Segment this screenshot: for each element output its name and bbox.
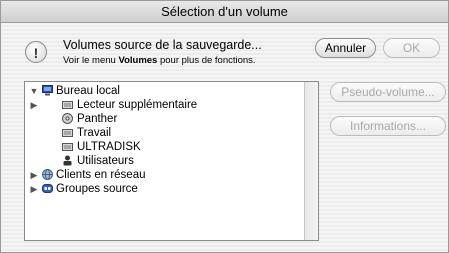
tree-label: Groupes source: [56, 183, 138, 195]
disk-icon: [62, 113, 73, 124]
subheading-prefix: Voir le menu: [63, 55, 119, 66]
window-title: Sélection d'un volume: [1, 1, 448, 23]
alert-icon: !: [25, 41, 47, 63]
informations-button[interactable]: Informations...: [330, 116, 446, 136]
disclosure-collapsed-icon[interactable]: ▶: [29, 98, 39, 112]
tree-label: Travail: [77, 127, 112, 139]
drive-icon: [62, 127, 73, 138]
subheading-suffix: pour plus de fonctions.: [157, 55, 256, 66]
disclosure-collapsed-icon[interactable]: ▶: [29, 182, 39, 196]
dialog-window: Sélection d'un volume ! Volumes source d…: [0, 0, 449, 253]
volume-list[interactable]: ▼ Bureau local ▶ Lecteur supplémentaire …: [24, 81, 319, 241]
users-icon: [62, 155, 73, 166]
dialog-subheading: Voir le menu Volumes pour plus de foncti…: [63, 55, 256, 66]
dialog-heading: Volumes source de la sauvegarde...: [63, 38, 262, 52]
drive-icon: [62, 99, 73, 110]
globe-icon: [42, 169, 53, 180]
subheading-bold: Volumes: [118, 55, 158, 66]
pseudo-volume-button[interactable]: Pseudo-volume...: [330, 82, 446, 102]
tree-label: Utilisateurs: [77, 155, 134, 167]
list-scrollbar[interactable]: [304, 82, 318, 240]
tree-label: Lecteur supplémentaire: [77, 99, 198, 111]
disclosure-collapsed-icon[interactable]: ▶: [29, 168, 39, 182]
tree-label: Panther: [77, 113, 118, 125]
cancel-button[interactable]: Annuler: [315, 38, 376, 58]
group-icon: [42, 183, 53, 194]
computer-icon: [42, 85, 53, 96]
tree-label: ULTRADISK: [77, 141, 141, 153]
tree-label: Clients en réseau: [56, 169, 146, 181]
drive-icon: [62, 141, 73, 152]
tree-label: Bureau local: [56, 85, 120, 97]
disclosure-expanded-icon[interactable]: ▼: [29, 84, 39, 98]
ok-button[interactable]: OK: [383, 38, 440, 58]
